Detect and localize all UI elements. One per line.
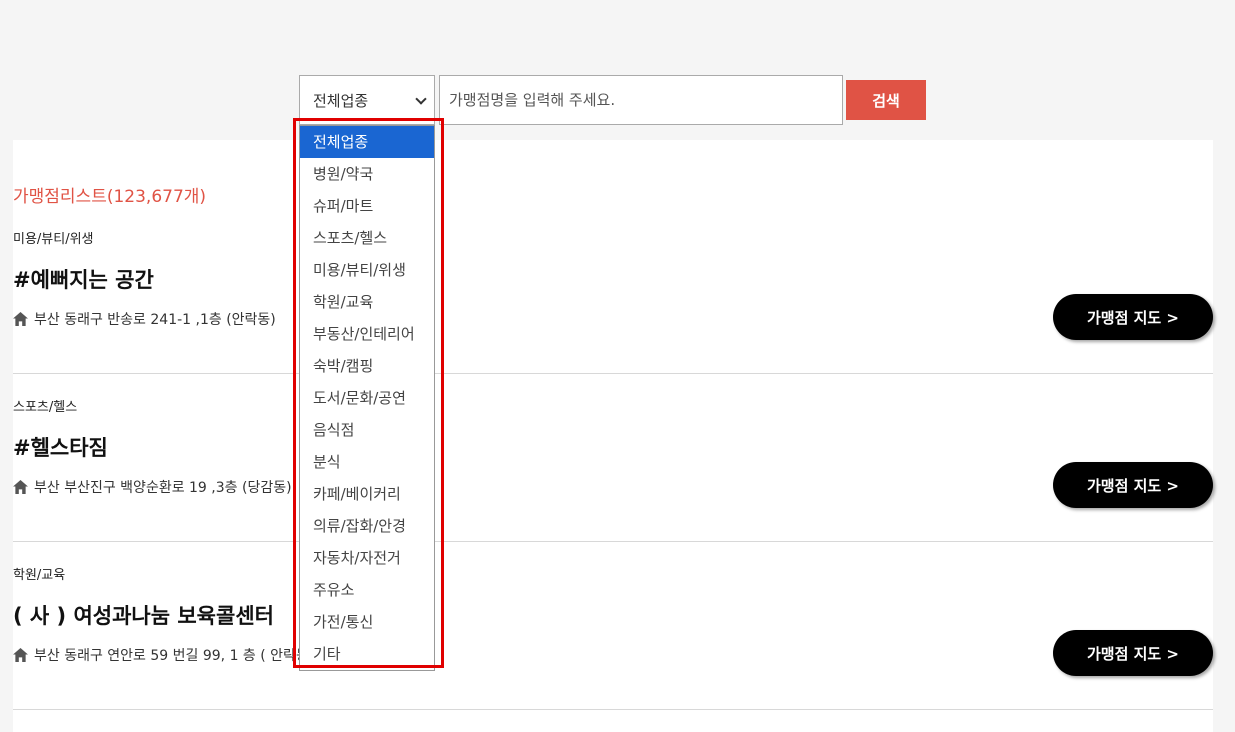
dropdown-option[interactable]: 기타 (300, 638, 434, 670)
store-category: 스포츠/헬스 (13, 400, 78, 415)
dropdown-option[interactable]: 도서/문화/공연 (300, 382, 434, 414)
store-address: 부산 동래구 연안로 59 번길 99, 1 층 ( 안락동 ) (13, 645, 319, 665)
store-item: 스포츠/헬스 #헬스타짐 부산 부산진구 백양순환로 19 ,3층 (당감동) … (13, 374, 1213, 542)
store-item: 미용/뷰티/위생 #예뻐지는 공간 부산 동래구 반송로 241-1 ,1층 (… (13, 206, 1213, 374)
store-map-button[interactable]: 가맹점 지도 > (1053, 630, 1213, 676)
dropdown-option[interactable]: 학원/교육 (300, 286, 434, 318)
store-address-text: 부산 동래구 연안로 59 번길 99, 1 층 ( 안락동 ) (34, 648, 319, 664)
store-list-panel: 가맹점리스트(123,677개) 미용/뷰티/위생 #예뻐지는 공간 부산 동래… (13, 140, 1213, 732)
home-icon (13, 648, 28, 662)
dropdown-option[interactable]: 주유소 (300, 574, 434, 606)
store-address-text: 부산 동래구 반송로 241-1 ,1층 (안락동) (34, 312, 276, 328)
dropdown-option[interactable]: 스포츠/헬스 (300, 222, 434, 254)
dropdown-option[interactable]: 의류/잡화/안경 (300, 510, 434, 542)
search-button[interactable]: 검색 (846, 80, 926, 120)
category-select[interactable]: 전체업종 (299, 75, 435, 125)
store-category: 미용/뷰티/위생 (13, 232, 94, 247)
dropdown-option[interactable]: 음식점 (300, 414, 434, 446)
store-item: 학원/교육 ( 사 ) 여성과나눔 보육콜센터 부산 동래구 연안로 59 번길… (13, 542, 1213, 710)
dropdown-option[interactable]: 전체업종 (300, 126, 434, 158)
dropdown-option[interactable]: 부동산/인테리어 (300, 318, 434, 350)
category-dropdown-list: 전체업종 병원/약국 슈퍼/마트 스포츠/헬스 미용/뷰티/위생 학원/교육 부… (299, 125, 435, 671)
store-map-button[interactable]: 가맹점 지도 > (1053, 294, 1213, 340)
store-category: 학원/교육 (13, 568, 66, 583)
home-icon (13, 480, 28, 494)
dropdown-option[interactable]: 슈퍼/마트 (300, 190, 434, 222)
store-name: #예뻐지는 공간 (13, 268, 154, 292)
dropdown-option[interactable]: 가전/통신 (300, 606, 434, 638)
store-name: ( 사 ) 여성과나눔 보육콜센터 (13, 604, 274, 628)
store-name-input[interactable] (439, 75, 843, 125)
store-name: #헬스타짐 (13, 436, 108, 460)
store-map-button[interactable]: 가맹점 지도 > (1053, 462, 1213, 508)
dropdown-option[interactable]: 숙박/캠핑 (300, 350, 434, 382)
dropdown-option[interactable]: 분식 (300, 446, 434, 478)
chevron-down-icon (415, 93, 427, 105)
dropdown-option[interactable]: 미용/뷰티/위생 (300, 254, 434, 286)
dropdown-option[interactable]: 카페/베이커리 (300, 478, 434, 510)
store-address: 부산 동래구 반송로 241-1 ,1층 (안락동) (13, 309, 276, 329)
store-address-text: 부산 부산진구 백양순환로 19 ,3층 (당감동) (34, 480, 292, 496)
store-list-title: 가맹점리스트(123,677개) (13, 187, 207, 207)
dropdown-option[interactable]: 병원/약국 (300, 158, 434, 190)
home-icon (13, 312, 28, 326)
store-address: 부산 부산진구 백양순환로 19 ,3층 (당감동) (13, 477, 292, 497)
dropdown-option[interactable]: 자동차/자전거 (300, 542, 434, 574)
category-select-value: 전체업종 (313, 91, 369, 110)
